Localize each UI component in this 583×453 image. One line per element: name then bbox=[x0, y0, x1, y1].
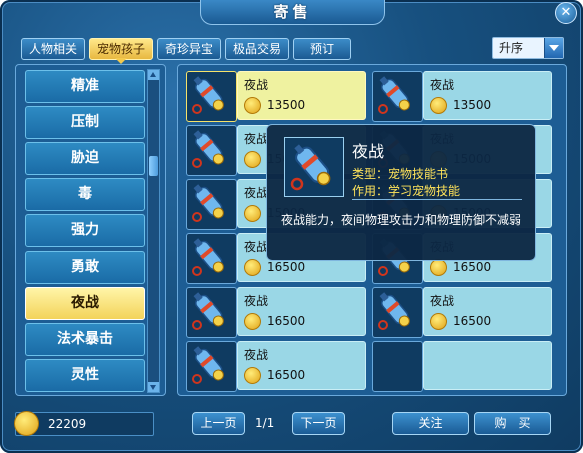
item-price: 16500 bbox=[267, 368, 306, 382]
money-value: 22209 bbox=[48, 417, 87, 431]
close-icon[interactable]: ✕ bbox=[555, 2, 577, 24]
item-slot[interactable]: 夜战 16500 bbox=[186, 341, 366, 392]
item-name: 夜战 bbox=[244, 132, 269, 146]
item-name: 夜战 bbox=[244, 78, 269, 92]
tooltip-effect: 作用：学习宠物技能 bbox=[352, 184, 461, 198]
category-item[interactable]: 法术暴击 bbox=[25, 323, 145, 356]
category-item[interactable]: 毒 bbox=[25, 178, 145, 211]
coin-icon bbox=[430, 259, 447, 276]
skill-book-icon bbox=[186, 125, 237, 176]
coin-icon bbox=[244, 259, 261, 276]
item-price: 16500 bbox=[267, 260, 306, 274]
coin-icon bbox=[244, 151, 261, 168]
coin-icon bbox=[244, 367, 261, 384]
item-info: 夜战 13500 bbox=[423, 71, 552, 120]
coin-icon bbox=[430, 313, 447, 330]
item-tooltip: 夜战 类型：宠物技能书 作用：学习宠物技能 夜战能力，夜间物理攻击力和物理防御不… bbox=[266, 124, 536, 261]
window-title: 寄售 bbox=[200, 0, 385, 25]
scroll-up-icon[interactable] bbox=[148, 70, 159, 80]
item-info: 夜战 16500 bbox=[423, 287, 552, 336]
item-info: 夜战 16500 bbox=[237, 287, 366, 336]
sort-selected: 升序 bbox=[499, 41, 524, 55]
coin-icon bbox=[14, 411, 39, 436]
tab-premium-trade[interactable]: 极品交易 bbox=[225, 38, 289, 60]
consignment-window: 寄售 ✕ 人物相关 宠物孩子 奇珍异宝 极品交易 预订 升序 精准 压制 胁迫 … bbox=[0, 0, 583, 453]
coin-icon bbox=[244, 313, 261, 330]
prev-page-button[interactable]: 上一页 bbox=[192, 412, 245, 435]
category-item[interactable]: 勇敢 bbox=[25, 251, 145, 284]
item-name: 夜战 bbox=[244, 348, 269, 362]
item-price: 16500 bbox=[453, 260, 492, 274]
tooltip-type: 类型：宠物技能书 bbox=[352, 167, 449, 181]
skill-book-icon bbox=[186, 233, 237, 284]
item-slot[interactable]: 夜战 13500 bbox=[372, 71, 552, 122]
item-info: 夜战 13500 bbox=[237, 71, 366, 120]
empty-icon-slot bbox=[372, 341, 423, 392]
item-price: 13500 bbox=[453, 98, 492, 112]
coin-icon bbox=[430, 97, 447, 114]
category-item[interactable]: 压制 bbox=[25, 106, 145, 139]
category-item-selected[interactable]: 夜战 bbox=[25, 287, 145, 320]
item-price: 13500 bbox=[267, 98, 306, 112]
item-slot[interactable]: 夜战 16500 bbox=[186, 287, 366, 338]
tab-pet-children[interactable]: 宠物孩子 bbox=[89, 38, 153, 60]
money-display: 22209 bbox=[14, 411, 154, 436]
skill-book-icon bbox=[186, 341, 237, 392]
category-item[interactable]: 精准 bbox=[25, 70, 145, 103]
skill-category-list: 精准 压制 胁迫 毒 强力 勇敢 夜战 法术暴击 灵性 bbox=[15, 64, 166, 396]
item-name: 夜战 bbox=[430, 78, 455, 92]
scroll-down-icon[interactable] bbox=[148, 382, 159, 392]
page-indicator: 1/1 bbox=[255, 416, 275, 430]
skill-book-icon bbox=[186, 287, 237, 338]
buy-button[interactable]: 购 买 bbox=[474, 412, 551, 435]
category-item[interactable]: 灵性 bbox=[25, 359, 145, 392]
tab-character[interactable]: 人物相关 bbox=[21, 38, 85, 60]
skill-book-icon bbox=[186, 71, 237, 122]
coin-icon bbox=[244, 97, 261, 114]
category-item[interactable]: 强力 bbox=[25, 214, 145, 247]
item-slot[interactable]: 夜战 16500 bbox=[372, 287, 552, 338]
tab-rare-treasures[interactable]: 奇珍异宝 bbox=[157, 38, 221, 60]
item-price: 16500 bbox=[267, 314, 306, 328]
tooltip-divider bbox=[352, 199, 522, 200]
follow-button[interactable]: 关注 bbox=[392, 412, 469, 435]
item-slot[interactable]: 夜战 13500 bbox=[186, 71, 366, 122]
item-name: 夜战 bbox=[430, 294, 455, 308]
skill-book-icon bbox=[284, 137, 344, 197]
item-name: 夜战 bbox=[244, 186, 269, 200]
next-page-button[interactable]: 下一页 bbox=[292, 412, 345, 435]
scroll-thumb[interactable] bbox=[149, 156, 158, 176]
item-price: 16500 bbox=[453, 314, 492, 328]
category-scrollbar[interactable] bbox=[147, 69, 160, 393]
skill-book-icon bbox=[186, 179, 237, 230]
skill-book-icon bbox=[372, 287, 423, 338]
tooltip-title: 夜战 bbox=[352, 142, 385, 161]
sort-dropdown[interactable]: 升序 bbox=[492, 37, 564, 59]
chevron-down-icon[interactable] bbox=[544, 38, 563, 58]
empty-info bbox=[423, 341, 552, 390]
category-item[interactable]: 胁迫 bbox=[25, 142, 145, 175]
item-name: 夜战 bbox=[244, 294, 269, 308]
tab-reservation[interactable]: 预订 bbox=[293, 38, 351, 60]
tooltip-description: 夜战能力，夜间物理攻击力和物理防御不减弱 bbox=[281, 213, 522, 227]
skill-book-icon bbox=[372, 71, 423, 122]
item-info: 夜战 16500 bbox=[237, 341, 366, 390]
item-name: 夜战 bbox=[244, 240, 269, 254]
coin-icon bbox=[244, 205, 261, 222]
empty-item-slot[interactable] bbox=[372, 341, 552, 392]
